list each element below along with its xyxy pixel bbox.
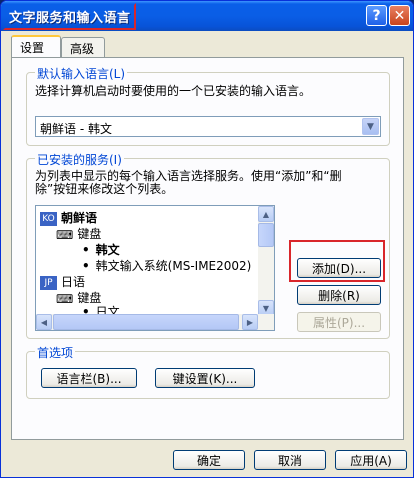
- close-button[interactable]: ✕: [389, 5, 410, 26]
- tree-item-korean[interactable]: KO 朝鲜语: [40, 209, 98, 226]
- key-settings-button[interactable]: 键设置(K)...: [155, 368, 255, 388]
- default-language-group: 默认输入语言(L) 选择计算机启动时要使用的一个已安装的输入语言。 朝鲜语 - …: [26, 65, 390, 146]
- cancel-button[interactable]: 取消: [254, 450, 326, 470]
- default-language-title: 默认输入语言(L): [35, 65, 128, 82]
- default-language-value: 朝鲜语 - 韩文: [40, 122, 112, 136]
- tree-item-label: 韩文: [95, 243, 120, 257]
- language-bar-button[interactable]: 语言栏(B)...: [41, 368, 137, 388]
- horizontal-scroll-thumb[interactable]: [53, 314, 239, 330]
- installed-services-title: 已安装的服务(I): [35, 151, 124, 168]
- preferences-group: 首选项 语言栏(B)... 键设置(K)...: [26, 344, 390, 399]
- scroll-up-icon[interactable]: ▲: [258, 206, 274, 222]
- scroll-thumb[interactable]: [258, 223, 274, 247]
- window-title: 文字服务和输入语言: [9, 11, 131, 26]
- dialog-window: 文字服务和输入语言 ? ✕ 设置 高级 默认输入语言(L) 选择计算机启动时要使…: [0, 0, 414, 478]
- vertical-scrollbar[interactable]: ▲ ▼: [258, 206, 274, 316]
- title-bar[interactable]: 文字服务和输入语言 ? ✕: [1, 1, 413, 31]
- tree-item-japanese[interactable]: JP 日语: [40, 273, 86, 290]
- chevron-down-icon[interactable]: ▼: [362, 118, 379, 135]
- installed-services-description-2: 除”按钮来修改这个列表。: [35, 182, 174, 196]
- scroll-right-icon[interactable]: ▶: [242, 314, 258, 330]
- properties-button[interactable]: 属性(P)...: [297, 312, 381, 332]
- language-badge-icon: JP: [40, 275, 57, 290]
- tree-item-label: 韩文输入系统(MS-IME2002): [95, 259, 252, 273]
- bullet-icon: •: [82, 243, 90, 257]
- settings-panel: 默认输入语言(L) 选择计算机启动时要使用的一个已安装的输入语言。 朝鲜语 - …: [11, 57, 404, 440]
- preferences-title: 首选项: [35, 344, 76, 361]
- tree-item-label: 朝鲜语: [61, 211, 98, 225]
- bullet-icon: •: [82, 259, 90, 273]
- services-tree[interactable]: KO 朝鲜语 ⌨ 键盘 • 韩文 • 韩文输入系统(MS-IME2002) JP 日语 ⌨…: [35, 205, 275, 331]
- tree-item-keyboard[interactable]: ⌨ 键盘: [56, 225, 102, 242]
- ok-button[interactable]: 确定: [173, 450, 245, 470]
- add-button[interactable]: 添加(D)...: [297, 258, 381, 278]
- default-language-description: 选择计算机启动时要使用的一个已安装的输入语言。: [35, 84, 312, 98]
- tree-item-label: 日语: [61, 275, 86, 289]
- tree-item-service[interactable]: • 韩文输入系统(MS-IME2002): [82, 257, 251, 273]
- keyboard-icon: ⌨: [56, 227, 74, 242]
- default-language-select[interactable]: 朝鲜语 - 韩文 ▼: [35, 116, 381, 137]
- tree-item-service[interactable]: • 韩文: [82, 241, 120, 257]
- tree-item-label: 键盘: [77, 227, 102, 241]
- keyboard-icon: ⌨: [56, 291, 74, 306]
- horizontal-scrollbar[interactable]: ◀ ▶: [36, 314, 274, 330]
- language-badge-icon: KO: [40, 211, 57, 226]
- tab-advanced[interactable]: 高级: [61, 37, 105, 57]
- scroll-left-icon[interactable]: ◀: [36, 314, 52, 330]
- apply-button[interactable]: 应用(A): [335, 450, 407, 470]
- installed-services-group: 已安装的服务(I) 为列表中显示的每个输入语言选择服务。使用“添加”和“删 除”…: [26, 151, 390, 339]
- tab-settings[interactable]: 设置: [11, 35, 61, 57]
- help-button[interactable]: ?: [366, 5, 387, 26]
- remove-button[interactable]: 删除(R): [297, 285, 381, 305]
